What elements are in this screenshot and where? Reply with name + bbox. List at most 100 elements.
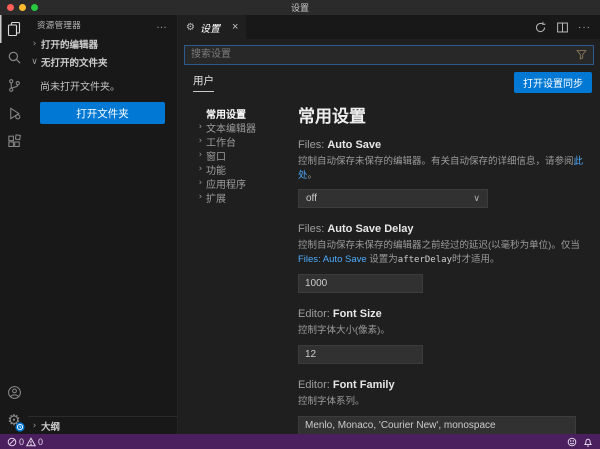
close-window-button[interactable] (7, 4, 14, 11)
activity-search-button[interactable] (0, 43, 28, 71)
titlebar: 设置 (0, 0, 600, 15)
activity-bar: ⚙ (0, 15, 28, 434)
account-icon (7, 385, 21, 399)
manage-settings-button[interactable]: ⚙ (0, 406, 28, 434)
auto-save-select-value: off (306, 193, 317, 204)
search-icon (8, 51, 21, 64)
toc-item-text-editor[interactable]: › 文本编辑器 (195, 120, 288, 135)
activity-bar-spacer (0, 155, 28, 378)
activity-source-control-button[interactable] (0, 71, 28, 99)
setting-label: Editor: Font Family (298, 379, 395, 391)
chevron-down-icon: ∨ (31, 57, 38, 67)
explorer-sidebar: 资源管理器 … › 打开的编辑器 ∨ 无打开的文件夹 尚未打开文件夹。 打开文件… (28, 15, 178, 434)
no-folder-view: 尚未打开文件夹。 打开文件夹 (28, 71, 177, 124)
toc-item-commonly-used[interactable]: 常用设置 (195, 106, 288, 121)
setting-description: 控制字体大小(像素)。 (298, 325, 390, 336)
error-icon (7, 437, 17, 446)
chevron-right-icon: › (32, 420, 37, 431)
chevron-right-icon: › (198, 122, 203, 132)
vscode-window: 设置 ⚙ 资源管理器 … › 打开的编辑器 ∨ 无打开的文件夹 尚未打开文件夹。… (0, 0, 600, 449)
close-icon[interactable]: × (232, 21, 238, 33)
auto-save-delay-input[interactable] (298, 274, 423, 293)
run-debug-icon (9, 106, 20, 120)
chevron-right-icon: › (32, 39, 37, 49)
feedback-button[interactable] (567, 437, 577, 447)
sidebar-title: 资源管理器 (37, 20, 82, 30)
open-editors-label: 打开的编辑器 (41, 40, 99, 51)
no-folder-label: 无打开的文件夹 (41, 58, 108, 69)
warning-icon (26, 436, 37, 446)
setting-label: Files: Auto Save Delay (298, 223, 414, 235)
status-bar: 0 0 (0, 434, 600, 449)
setting-editor-font-family: Editor: Font Family 控制字体系列。 (298, 379, 588, 434)
tab-user[interactable]: 用户 (193, 73, 214, 92)
more-actions-icon[interactable]: ··· (578, 22, 591, 33)
open-folder-button[interactable]: 打开文件夹 (40, 102, 165, 124)
toc-item-features[interactable]: › 功能 (195, 162, 288, 177)
tab-label: 设置 (199, 23, 220, 35)
activity-explorer-button[interactable] (0, 15, 28, 43)
setting-files-auto-save: Files: Auto Save 控制自动保存未保存的编辑器。有关自动保存的详细… (298, 139, 588, 208)
chevron-right-icon: › (198, 164, 203, 174)
settings-heading: 常用设置 (298, 107, 366, 126)
chevron-right-icon: › (198, 178, 203, 188)
settings-toc: 常用设置 › 文本编辑器 › 工作台 › 窗口 › 功能 › 应用程序 › 扩展 (178, 100, 288, 434)
setting-files-auto-save-delay: Files: Auto Save Delay 控制自动保存未保存的编辑器之前经过… (298, 223, 588, 293)
notifications-button[interactable] (583, 437, 593, 447)
font-size-input[interactable] (298, 345, 423, 364)
code-span: afterDelay (397, 255, 452, 265)
tab-settings[interactable]: ⚙ 设置 × (178, 15, 247, 39)
editor-group: ⚙ 设置 × ··· 搜索设置 用户 打开设置同步 常用设置 › 文本编辑器 ›… (178, 15, 600, 434)
bell-icon (583, 438, 593, 447)
setting-editor-font-size: Editor: Font Size 控制字体大小(像素)。 (298, 308, 588, 364)
split-editor-icon[interactable] (556, 21, 569, 34)
window-controls (0, 4, 38, 11)
status-bar-left: 0 0 (7, 437, 43, 447)
settings-editor: 用户 打开设置同步 常用设置 ›文本编辑器 ›工作台 (178, 39, 600, 434)
window-title: 设置 (290, 3, 309, 13)
warning-count: 0 (38, 436, 44, 447)
settings-sync-button[interactable]: 打开设置同步 (514, 72, 592, 93)
settings-body: 常用设置 › 文本编辑器 › 工作台 › 窗口 › 功能 › 应用程序 › 扩展… (178, 100, 600, 434)
files-icon (7, 21, 21, 37)
setting-description: 控制字体系列。 (298, 396, 365, 407)
zoom-window-button[interactable] (31, 4, 38, 11)
files-auto-save-link[interactable]: Files: Auto Save (298, 254, 367, 265)
minimize-window-button[interactable] (19, 4, 26, 11)
accounts-button[interactable] (0, 378, 28, 406)
open-settings-json-icon[interactable] (534, 21, 547, 34)
toc-item-workbench[interactable]: › 工作台 (195, 134, 288, 149)
problems-indicator[interactable]: 0 0 (7, 437, 43, 447)
setting-label: Editor: Font Size (298, 308, 382, 320)
setting-label: Files: Auto Save (298, 139, 382, 151)
auto-save-select[interactable]: off ∨ (298, 189, 488, 208)
open-editors-section-header[interactable]: › 打开的编辑器 (28, 35, 177, 53)
setting-description: 控制自动保存未保存的编辑器。有关自动保存的详细信息，请参阅此处。 (298, 156, 584, 181)
editor-actions: ··· (534, 15, 600, 39)
extensions-icon (7, 133, 21, 147)
activity-extensions-button[interactable] (0, 127, 28, 155)
error-count: 0 (19, 436, 25, 447)
settings-scope-bar: 用户 打开设置同步 (178, 66, 600, 93)
more-actions-icon[interactable]: … (156, 19, 168, 31)
font-family-input[interactable] (298, 416, 576, 434)
outline-label: 大纲 (41, 421, 61, 433)
chevron-right-icon: › (198, 136, 203, 146)
tab-bar: ⚙ 设置 × ··· (178, 15, 600, 39)
outline-section-header[interactable]: › 大纲 (28, 416, 177, 434)
no-folder-section-header[interactable]: ∨ 无打开的文件夹 (28, 53, 177, 71)
settings-list: 常用设置 Files: Auto Save 控制自动保存未保存的编辑器。有关自动… (288, 100, 600, 434)
filter-icon[interactable] (576, 49, 587, 60)
toc-item-window[interactable]: › 窗口 (195, 148, 288, 163)
status-bar-right (567, 437, 593, 447)
toc-item-extensions[interactable]: › 扩展 (195, 190, 288, 205)
setting-description: 控制自动保存未保存的编辑器之前经过的延迟(以毫秒为单位)。仅当 Files: A… (298, 240, 580, 265)
activity-run-debug-button[interactable] (0, 99, 28, 127)
settings-search-bar (178, 44, 600, 66)
chevron-right-icon: › (198, 192, 203, 202)
sidebar-header: 资源管理器 … (28, 15, 177, 35)
toc-item-application[interactable]: › 应用程序 (195, 176, 288, 191)
workbench: ⚙ 资源管理器 … › 打开的编辑器 ∨ 无打开的文件夹 尚未打开文件夹。 打开… (0, 15, 600, 434)
gear-icon: ⚙ (186, 21, 195, 33)
settings-search-input[interactable] (184, 44, 594, 65)
